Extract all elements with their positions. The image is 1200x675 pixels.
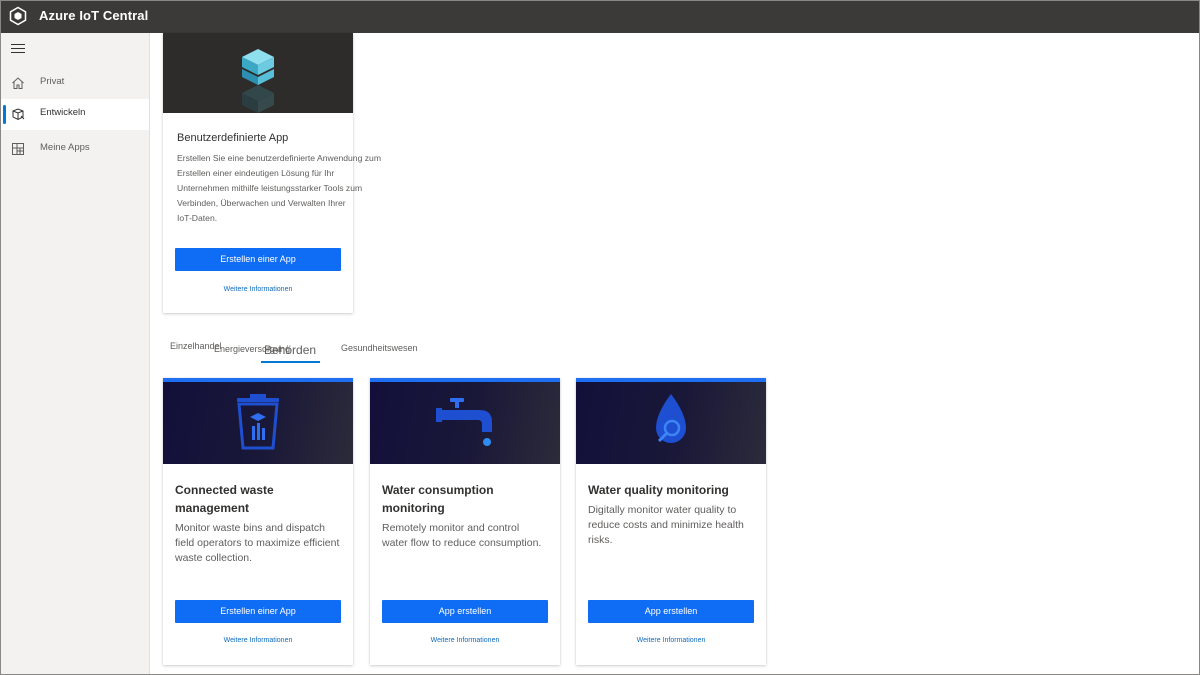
sidebar: Privat Entwickeln Meine Apps <box>0 33 150 675</box>
waste-bin-icon <box>237 394 279 450</box>
main-content: Benutzerdefinierte App Erstellen Sie ein… <box>150 33 1200 675</box>
active-tab-indicator <box>261 361 320 363</box>
template-hero <box>370 382 560 464</box>
apps-grid-icon <box>12 143 24 155</box>
template-hero <box>576 382 766 464</box>
tab-gesundheitswesen[interactable]: Gesundheitswesen <box>341 343 418 353</box>
description-line: Monitor waste bins and dispatch <box>175 522 325 534</box>
description-line: risks. <box>588 534 613 546</box>
hamburger-icon[interactable] <box>11 44 25 56</box>
description-line: waste collection. <box>175 552 253 564</box>
description-line: water flow to reduce consumption. <box>382 537 542 549</box>
learn-more-link[interactable]: Weitere Informationen <box>175 637 341 644</box>
card-title: Water quality monitoring <box>588 481 758 499</box>
water-tap-icon <box>436 398 492 446</box>
create-app-button[interactable]: Erstellen einer App <box>175 600 341 623</box>
description-line: Erstellen einer eindeutigen Lösung für I… <box>177 168 335 178</box>
learn-more-link[interactable]: Weitere Informationen <box>175 286 341 293</box>
title-line: Water consumption <box>382 483 494 497</box>
title-line: Water quality monitoring <box>588 483 729 497</box>
sidebar-item-meine-apps[interactable]: Meine Apps <box>0 134 149 165</box>
template-card-water-consumption: Water consumption monitoring Remotely mo… <box>370 378 560 665</box>
iot-central-logo-icon <box>9 6 27 26</box>
sidebar-item-label: Meine Apps <box>40 142 90 153</box>
create-app-button[interactable]: App erstellen <box>588 600 754 623</box>
home-icon <box>12 77 24 89</box>
template-card-waste: Connected waste management Monitor waste… <box>163 378 353 665</box>
card-description: Monitor waste bins and dispatch field op… <box>175 521 347 566</box>
description-line: reduce costs and minimize health <box>588 519 744 531</box>
custom-app-card: Benutzerdefinierte App Erstellen Sie ein… <box>163 33 381 313</box>
custom-app-hero <box>163 33 353 113</box>
description-line: Remotely monitor and control <box>382 522 520 534</box>
description-line: Digitally monitor water quality to <box>588 504 737 516</box>
create-app-button[interactable]: App erstellen <box>382 600 548 623</box>
template-card-water-quality: Water quality monitoring Digitally monit… <box>576 378 766 665</box>
build-icon <box>12 108 25 121</box>
description-line: field operators to maximize efficient <box>175 537 340 549</box>
top-bar: Azure IoT Central <box>0 0 1200 33</box>
sidebar-item-label: Entwickeln <box>40 107 86 118</box>
water-drop-search-icon <box>656 394 686 443</box>
sidebar-item-privat[interactable]: Privat <box>0 68 149 99</box>
description-line: IoT-Daten. <box>177 213 218 223</box>
card-description: Erstellen Sie eine benutzerdefinierte An… <box>177 151 413 226</box>
card-title: Benutzerdefinierte App <box>177 132 289 144</box>
tab-behoerden[interactable]: Behörden <box>264 343 316 357</box>
card-title: Connected waste management <box>175 481 345 517</box>
cube-stack-icon <box>242 49 274 113</box>
sidebar-item-entwickeln[interactable]: Entwickeln <box>0 99 149 130</box>
create-app-button[interactable]: Erstellen einer App <box>175 248 341 271</box>
learn-more-link[interactable]: Weitere Informationen <box>588 637 754 644</box>
title-line: Connected waste <box>175 483 274 497</box>
description-line: Erstellen Sie eine benutzerdefinierte An… <box>177 153 381 163</box>
card-title: Water consumption monitoring <box>382 481 552 517</box>
title-line: management <box>175 501 250 515</box>
app-title: Azure IoT Central <box>39 8 149 23</box>
description-line: Verbinden, Überwachen und Verwalten Ihre… <box>177 198 346 208</box>
sidebar-item-label: Privat <box>40 76 65 87</box>
card-description: Remotely monitor and control water flow … <box>382 521 554 551</box>
learn-more-link[interactable]: Weitere Informationen <box>382 637 548 644</box>
title-line: monitoring <box>382 501 445 515</box>
card-description: Digitally monitor water quality to reduc… <box>588 503 760 548</box>
description-line: Unternehmen mithilfe leistungsstarker To… <box>177 183 363 193</box>
template-hero <box>163 382 353 464</box>
